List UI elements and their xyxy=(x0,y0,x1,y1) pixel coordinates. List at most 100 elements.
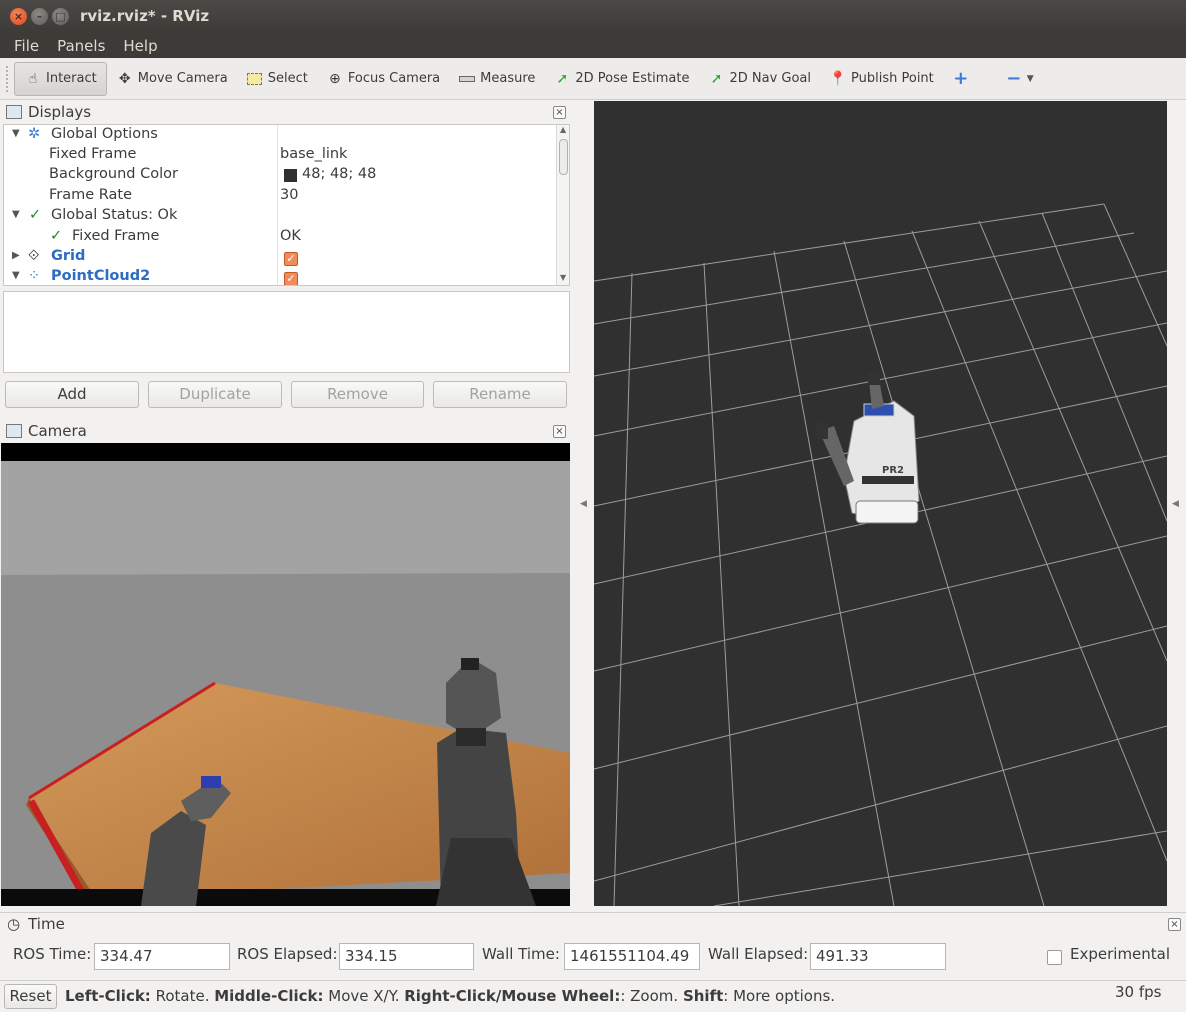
focus-camera-tool-button[interactable]: ⊕ Focus Camera xyxy=(317,62,449,96)
move-camera-tool-button[interactable]: ✥ Move Camera xyxy=(107,62,237,96)
check-icon: ✓ xyxy=(50,228,63,244)
gear-icon: ✲ xyxy=(28,126,41,142)
close-window-button[interactable]: × xyxy=(10,8,27,25)
displays-scrollbar[interactable]: ▲ ▼ xyxy=(556,125,569,285)
rename-display-button[interactable]: Rename xyxy=(433,381,567,408)
map-pin-icon: 📍 xyxy=(829,70,847,87)
tool-label: Focus Camera xyxy=(347,71,441,86)
measure-tool-button[interactable]: Measure xyxy=(449,62,544,96)
chevron-left-icon[interactable]: ◀ xyxy=(580,499,587,509)
panel-splitter[interactable]: ◀ xyxy=(574,101,592,906)
ros-time-field[interactable]: 334.47 xyxy=(94,943,230,970)
plus-icon: + xyxy=(953,68,969,89)
help-middle-click: Middle-Click: xyxy=(214,987,324,1005)
scroll-down-icon[interactable]: ▼ xyxy=(560,273,566,282)
experimental-checkbox[interactable] xyxy=(1047,950,1062,965)
tree-row-status-fixed-frame[interactable]: ✓ Fixed Frame OK xyxy=(4,228,556,248)
menu-help[interactable]: Help xyxy=(123,37,157,55)
add-display-button[interactable]: Add xyxy=(5,381,139,408)
close-displays-icon[interactable]: × xyxy=(553,106,566,119)
add-tool-button[interactable]: + xyxy=(943,62,983,96)
wall-elapsed-field[interactable]: 491.33 xyxy=(810,943,946,970)
wall-elapsed-label: Wall Elapsed: xyxy=(708,945,809,963)
camera-view[interactable] xyxy=(1,443,570,906)
help-left-click-desc: Rotate. xyxy=(150,987,215,1005)
background-color-value[interactable]: 48; 48; 48 xyxy=(302,166,376,182)
duplicate-display-button[interactable]: Duplicate xyxy=(148,381,282,408)
remove-display-button[interactable]: Remove xyxy=(291,381,424,408)
chevron-left-icon[interactable]: ◀ xyxy=(1172,499,1179,509)
2d-pose-estimate-tool-button[interactable]: ➚ 2D Pose Estimate xyxy=(544,62,698,96)
ros-time-label: ROS Time: xyxy=(13,945,92,963)
tool-label: 2D Pose Estimate xyxy=(575,71,690,86)
tree-row-global-status[interactable]: ▼ ✓ Global Status: Ok xyxy=(4,207,556,227)
tree-row-pointcloud2[interactable]: ▼ ⁘ PointCloud2 ✓ xyxy=(4,268,556,285)
menu-panels[interactable]: Panels xyxy=(57,37,105,55)
pointcloud-enabled-checkbox[interactable]: ✓ xyxy=(284,272,298,285)
2d-nav-goal-tool-button[interactable]: ➚ 2D Nav Goal xyxy=(698,62,820,96)
chevron-down-icon[interactable]: ▼ xyxy=(12,209,20,220)
ros-elapsed-label: ROS Elapsed: xyxy=(237,945,338,963)
time-panel-title: Time xyxy=(28,915,65,933)
status-fixed-frame-label: Fixed Frame xyxy=(72,228,160,244)
tool-label: 2D Nav Goal xyxy=(729,71,812,86)
grid-enabled-checkbox[interactable]: ✓ xyxy=(284,252,298,266)
fixed-frame-value[interactable]: base_link xyxy=(280,146,347,162)
measure-icon xyxy=(458,70,476,88)
pointcloud-icon: ⁘ xyxy=(28,268,41,284)
publish-point-tool-button[interactable]: 📍 Publish Point xyxy=(820,62,943,96)
right-edge-handle[interactable]: ◀ xyxy=(1168,101,1184,906)
3d-render-view[interactable]: PR2 xyxy=(594,101,1167,906)
scroll-up-icon[interactable]: ▲ xyxy=(560,125,566,134)
help-shift-desc: : More options. xyxy=(723,987,836,1005)
experimental-label: Experimental xyxy=(1070,945,1171,963)
chevron-down-icon[interactable]: ▼ xyxy=(12,128,20,139)
move-camera-icon: ✥ xyxy=(118,70,131,87)
chevron-down-icon[interactable]: ▼ xyxy=(12,270,20,281)
clock-icon: ◷ xyxy=(7,915,21,933)
scrollbar-thumb[interactable] xyxy=(559,139,568,175)
help-left-click: Left-Click: xyxy=(65,987,151,1005)
reset-button[interactable]: Reset xyxy=(4,984,57,1009)
camera-image xyxy=(1,443,570,906)
hand-icon: ☝ xyxy=(28,70,38,87)
chevron-right-icon[interactable]: ▶ xyxy=(12,250,20,261)
tool-label: Publish Point xyxy=(851,71,934,86)
green-arrow-icon: ➚ xyxy=(556,70,569,87)
tree-row-grid[interactable]: ▶ ⟐ Grid ✓ xyxy=(4,248,556,268)
remove-tool-button[interactable]: − ▼ xyxy=(983,62,1043,96)
maximize-window-button[interactable]: □ xyxy=(52,8,69,25)
color-swatch[interactable] xyxy=(284,169,297,182)
tool-label: Move Camera xyxy=(137,71,228,86)
chevron-down-icon: ▼ xyxy=(1026,73,1034,84)
displays-tree: ▼ ✲ Global Options Fixed Frame base_link… xyxy=(3,124,570,286)
frame-rate-label: Frame Rate xyxy=(49,187,133,203)
tool-label: Interact xyxy=(46,71,97,86)
help-right-click: Right-Click/Mouse Wheel: xyxy=(404,987,621,1005)
wall-time-field[interactable]: 1461551104.49 xyxy=(564,943,700,970)
minimize-window-button[interactable]: – xyxy=(31,8,48,25)
status-fixed-frame-value: OK xyxy=(280,228,301,244)
tree-row-frame-rate[interactable]: Frame Rate 30 xyxy=(4,187,556,207)
frame-rate-value[interactable]: 30 xyxy=(280,187,298,203)
tree-row-global-options[interactable]: ▼ ✲ Global Options xyxy=(4,126,556,146)
select-tool-button[interactable]: Select xyxy=(237,62,317,96)
camera-panel-header: Camera xyxy=(0,420,570,442)
focus-camera-icon: ⊕ xyxy=(328,70,341,87)
fixed-frame-label: Fixed Frame xyxy=(49,146,137,162)
help-middle-click-desc: Move X/Y. xyxy=(323,987,405,1005)
grid-and-robot-render: PR2 xyxy=(594,203,1167,906)
displays-panel-title: Displays xyxy=(28,103,92,121)
help-right-click-desc: : Zoom. xyxy=(620,987,683,1005)
close-camera-icon[interactable]: × xyxy=(553,425,566,438)
ros-elapsed-field[interactable]: 334.15 xyxy=(339,943,474,970)
tree-row-background-color[interactable]: Background Color 48; 48; 48 xyxy=(4,166,556,186)
tool-label: Select xyxy=(267,71,308,86)
toolbar-grip[interactable] xyxy=(6,65,10,92)
pointcloud-display-label: PointCloud2 xyxy=(51,268,151,284)
interact-tool-button[interactable]: ☝ Interact xyxy=(14,61,107,96)
tree-row-fixed-frame[interactable]: Fixed Frame base_link xyxy=(4,146,556,166)
global-status-label: Global Status: Ok xyxy=(51,207,178,223)
menu-file[interactable]: File xyxy=(14,37,39,55)
close-time-icon[interactable]: × xyxy=(1168,918,1181,931)
